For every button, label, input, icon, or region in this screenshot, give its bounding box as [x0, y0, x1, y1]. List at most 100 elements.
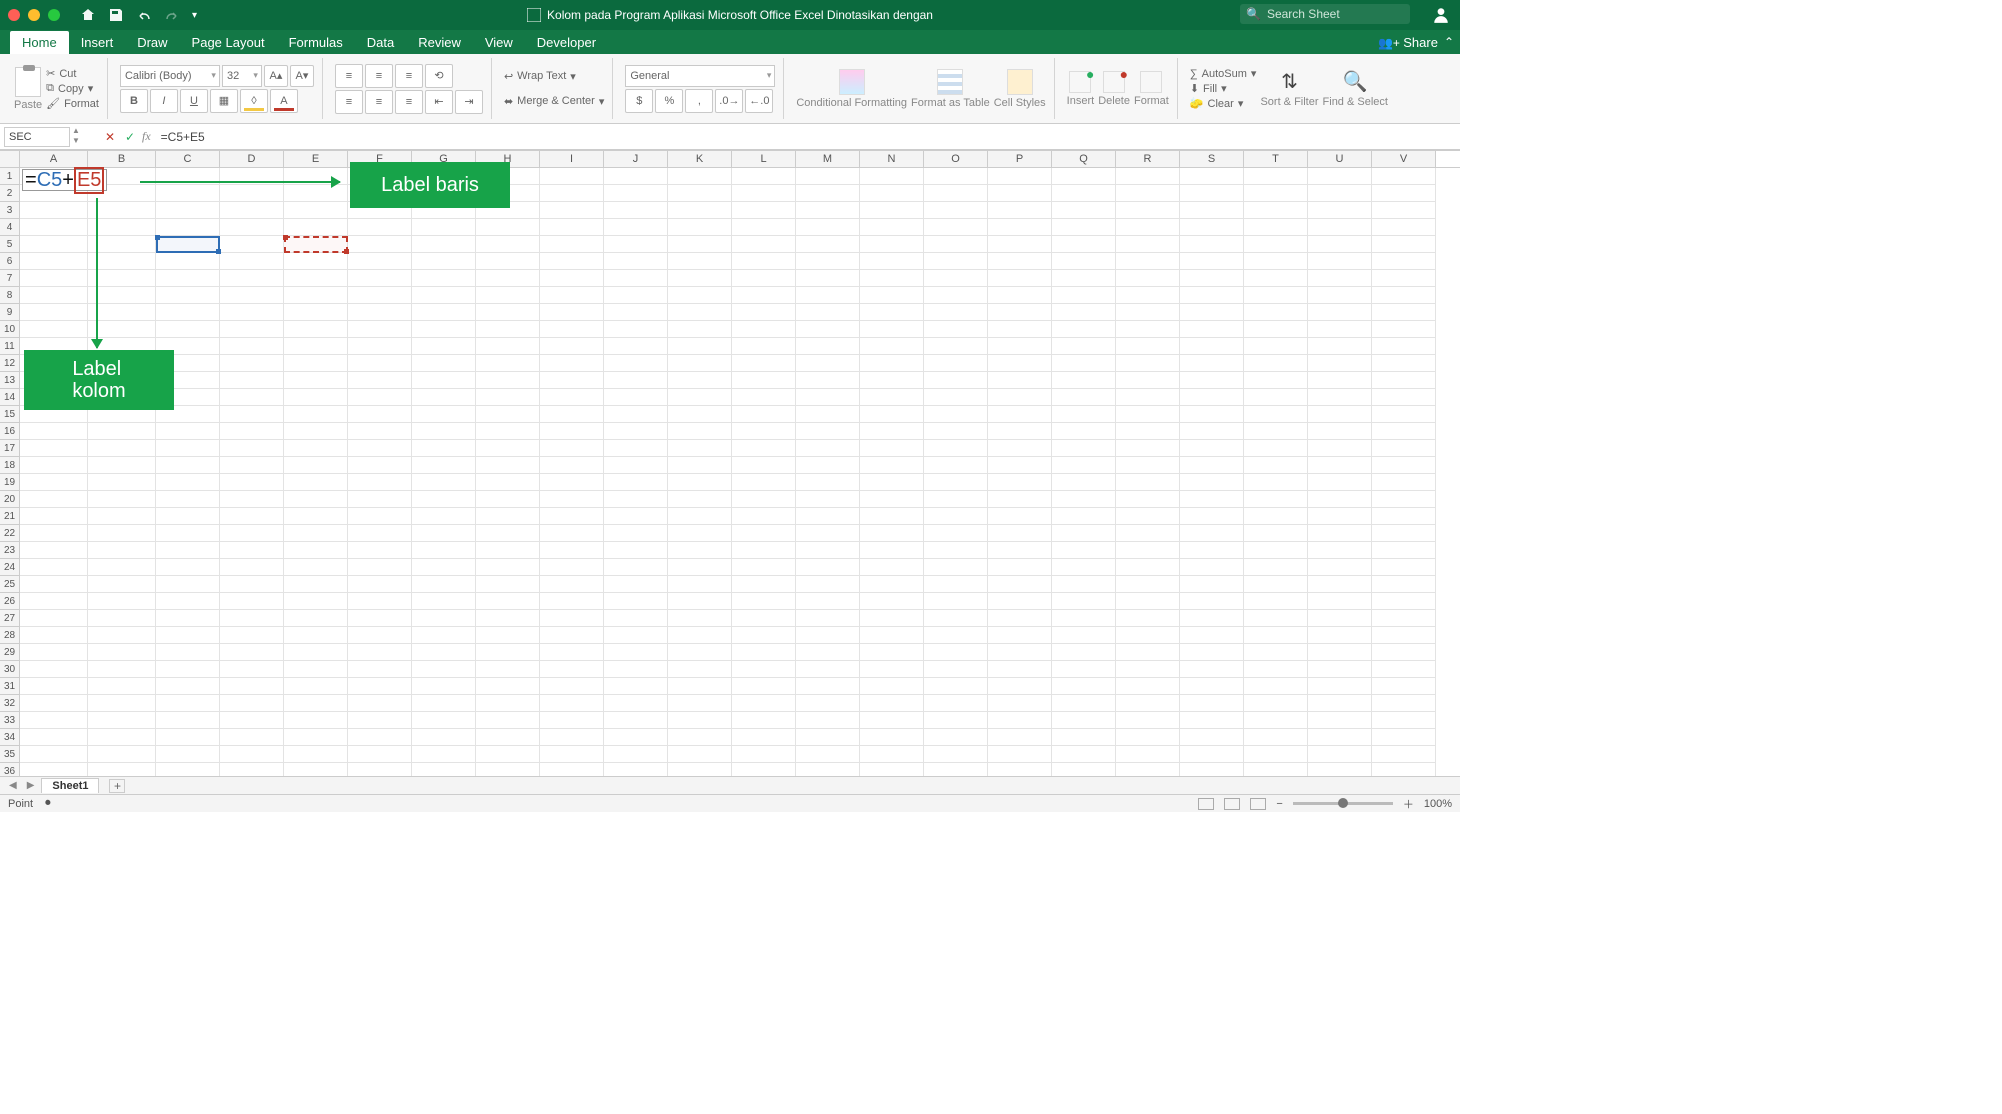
spreadsheet-grid[interactable]: ABCDEFGHIJKLMNOPQRSTUV 12345678910111213… — [0, 150, 1460, 776]
tab-developer[interactable]: Developer — [525, 31, 608, 54]
cell-J1[interactable] — [604, 168, 668, 185]
cell-C22[interactable] — [156, 525, 220, 542]
cell-D28[interactable] — [220, 627, 284, 644]
cell-L30[interactable] — [732, 661, 796, 678]
cell-P26[interactable] — [988, 593, 1052, 610]
cell-U12[interactable] — [1308, 355, 1372, 372]
cell-Q14[interactable] — [1052, 389, 1116, 406]
cell-T31[interactable] — [1244, 678, 1308, 695]
cell-O24[interactable] — [924, 559, 988, 576]
cell-V30[interactable] — [1372, 661, 1436, 678]
cell-L11[interactable] — [732, 338, 796, 355]
zoom-in-icon[interactable]: ＋ — [1403, 796, 1414, 812]
cell-K26[interactable] — [668, 593, 732, 610]
cell-P16[interactable] — [988, 423, 1052, 440]
cell-S24[interactable] — [1180, 559, 1244, 576]
cell-I27[interactable] — [540, 610, 604, 627]
decrease-font-icon[interactable]: A▾ — [290, 65, 314, 87]
cell-M13[interactable] — [796, 372, 860, 389]
cell-F31[interactable] — [348, 678, 412, 695]
cell-O32[interactable] — [924, 695, 988, 712]
cell-B4[interactable] — [88, 219, 156, 236]
cell-P3[interactable] — [988, 202, 1052, 219]
cell-H13[interactable] — [476, 372, 540, 389]
cell-L15[interactable] — [732, 406, 796, 423]
cell-B20[interactable] — [88, 491, 156, 508]
row-header-6[interactable]: 6 — [0, 253, 20, 270]
cell-L35[interactable] — [732, 746, 796, 763]
cell-Q36[interactable] — [1052, 763, 1116, 776]
cell-L24[interactable] — [732, 559, 796, 576]
cell-E19[interactable] — [284, 474, 348, 491]
cell-O27[interactable] — [924, 610, 988, 627]
cell-Q16[interactable] — [1052, 423, 1116, 440]
currency-icon[interactable]: $ — [625, 89, 653, 113]
cell-Q26[interactable] — [1052, 593, 1116, 610]
cell-V3[interactable] — [1372, 202, 1436, 219]
cell-D12[interactable] — [220, 355, 284, 372]
cell-J36[interactable] — [604, 763, 668, 776]
cell-O10[interactable] — [924, 321, 988, 338]
cell-R4[interactable] — [1116, 219, 1180, 236]
cell-R23[interactable] — [1116, 542, 1180, 559]
cell-K34[interactable] — [668, 729, 732, 746]
cell-D35[interactable] — [220, 746, 284, 763]
cell-J26[interactable] — [604, 593, 668, 610]
cell-F27[interactable] — [348, 610, 412, 627]
view-page-layout-icon[interactable] — [1224, 798, 1240, 810]
cell-S4[interactable] — [1180, 219, 1244, 236]
align-bottom-icon[interactable]: ≡ — [395, 64, 423, 88]
cell-E21[interactable] — [284, 508, 348, 525]
cell-M7[interactable] — [796, 270, 860, 287]
cell-E14[interactable] — [284, 389, 348, 406]
cell-G30[interactable] — [412, 661, 476, 678]
cell-K9[interactable] — [668, 304, 732, 321]
column-header-B[interactable]: B — [88, 151, 156, 167]
cell-D23[interactable] — [220, 542, 284, 559]
cell-I5[interactable] — [540, 236, 604, 253]
cell-R30[interactable] — [1116, 661, 1180, 678]
cell-H31[interactable] — [476, 678, 540, 695]
cell-B26[interactable] — [88, 593, 156, 610]
cell-Q4[interactable] — [1052, 219, 1116, 236]
cell-B36[interactable] — [88, 763, 156, 776]
cell-D10[interactable] — [220, 321, 284, 338]
cell-U27[interactable] — [1308, 610, 1372, 627]
cell-L31[interactable] — [732, 678, 796, 695]
cell-I36[interactable] — [540, 763, 604, 776]
cell-J5[interactable] — [604, 236, 668, 253]
cell-Q30[interactable] — [1052, 661, 1116, 678]
cell-O25[interactable] — [924, 576, 988, 593]
cell-M22[interactable] — [796, 525, 860, 542]
cell-Q17[interactable] — [1052, 440, 1116, 457]
cell-K7[interactable] — [668, 270, 732, 287]
cell-M11[interactable] — [796, 338, 860, 355]
cell-G6[interactable] — [412, 253, 476, 270]
sort-filter-button[interactable]: ⇅Sort & Filter — [1260, 69, 1318, 108]
align-right-icon[interactable]: ≡ — [395, 90, 423, 114]
column-header-T[interactable]: T — [1244, 151, 1308, 167]
cell-O13[interactable] — [924, 372, 988, 389]
cell-O23[interactable] — [924, 542, 988, 559]
cell-A6[interactable] — [20, 253, 88, 270]
cell-F4[interactable] — [348, 219, 412, 236]
cell-P2[interactable] — [988, 185, 1052, 202]
cell-I15[interactable] — [540, 406, 604, 423]
cell-B6[interactable] — [88, 253, 156, 270]
decrease-indent-icon[interactable]: ⇤ — [425, 90, 453, 114]
cell-M21[interactable] — [796, 508, 860, 525]
cell-V18[interactable] — [1372, 457, 1436, 474]
cell-H26[interactable] — [476, 593, 540, 610]
cell-J12[interactable] — [604, 355, 668, 372]
cell-R2[interactable] — [1116, 185, 1180, 202]
cell-L4[interactable] — [732, 219, 796, 236]
clear-button[interactable]: 🧽 Clear ▾ — [1190, 97, 1257, 110]
cell-K21[interactable] — [668, 508, 732, 525]
cell-R9[interactable] — [1116, 304, 1180, 321]
cell-H21[interactable] — [476, 508, 540, 525]
add-sheet-button[interactable]: + — [109, 779, 125, 793]
cell-P22[interactable] — [988, 525, 1052, 542]
cell-F7[interactable] — [348, 270, 412, 287]
cell-I22[interactable] — [540, 525, 604, 542]
cell-N25[interactable] — [860, 576, 924, 593]
